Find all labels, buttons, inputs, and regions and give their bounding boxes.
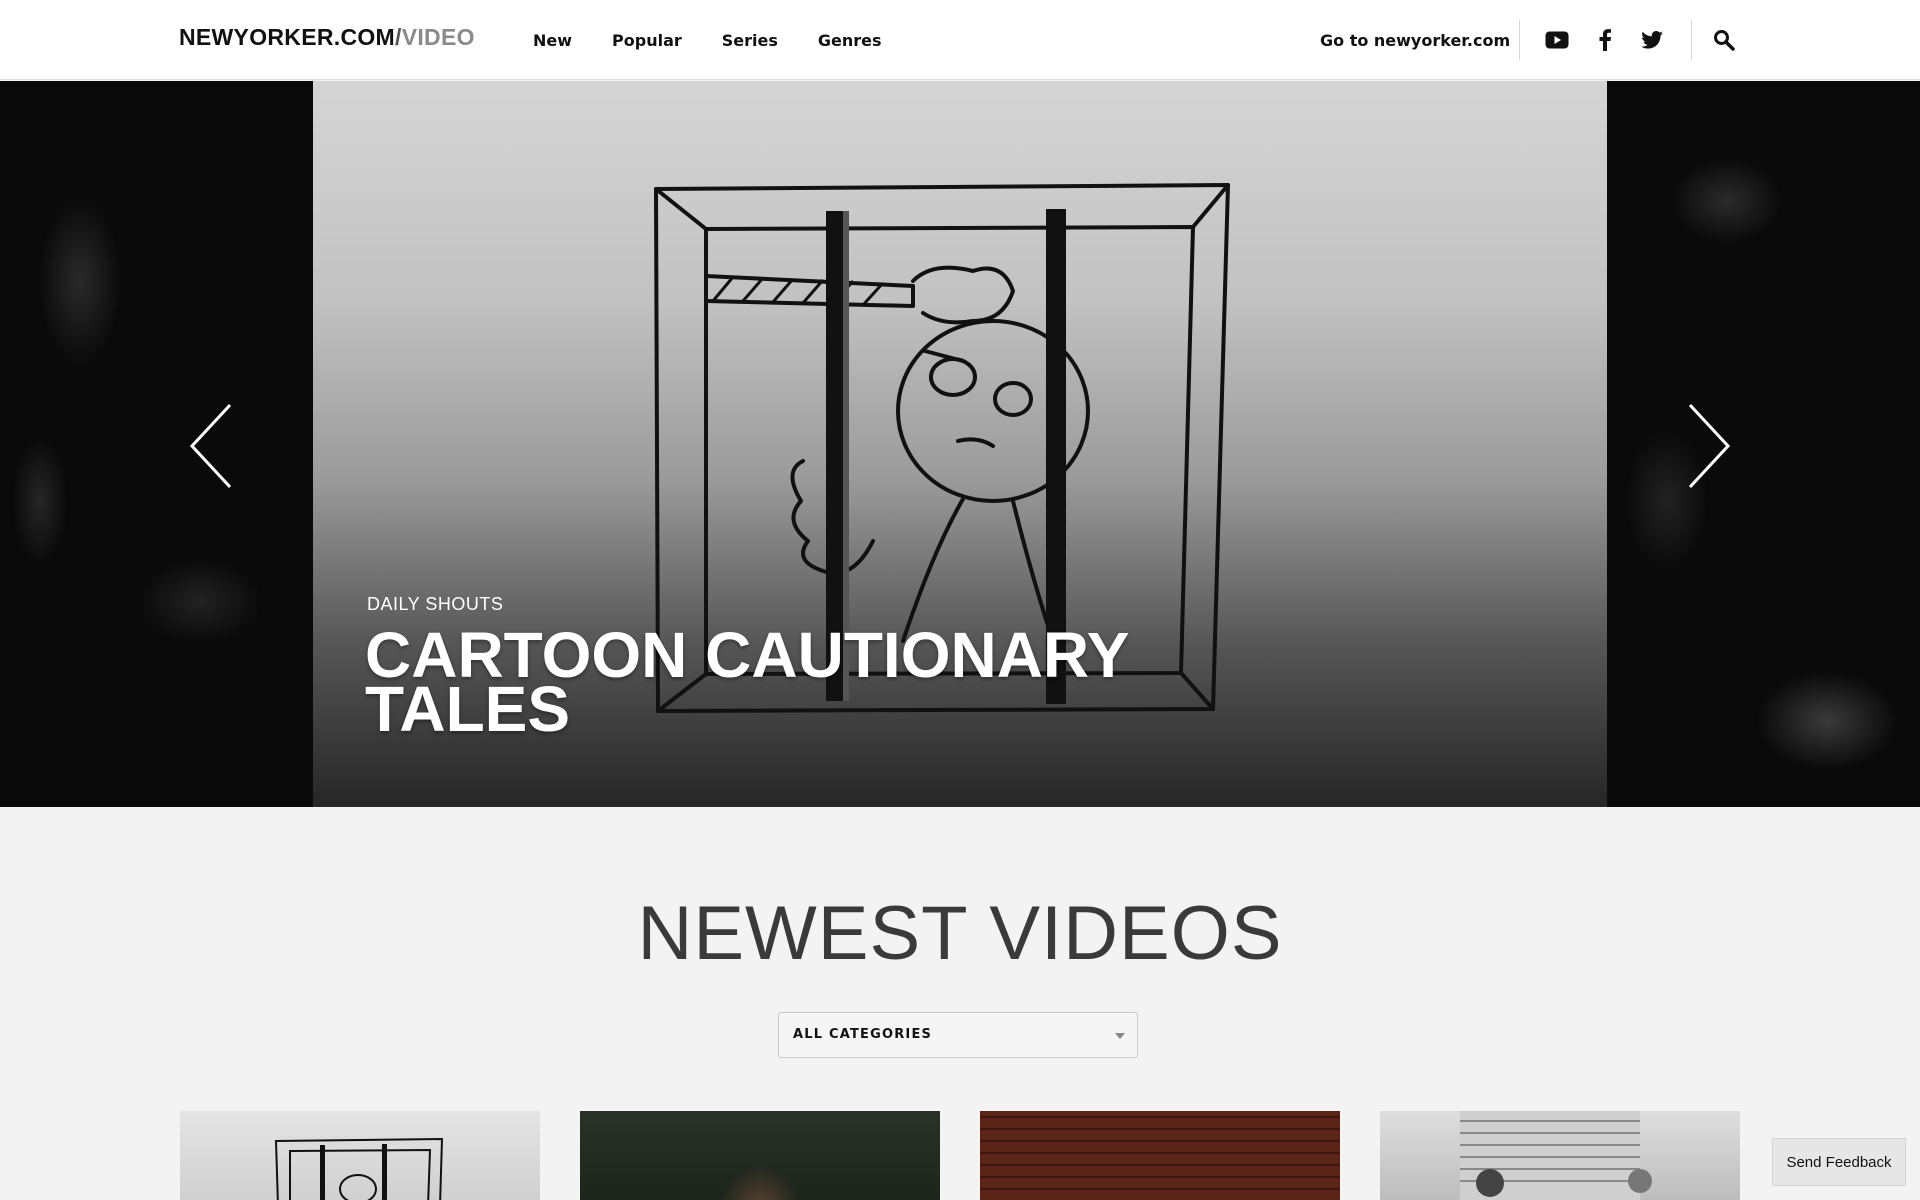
go-to-newyorker-link[interactable]: Go to newyorker.com (1320, 0, 1510, 80)
video-thumbnail[interactable] (180, 1111, 540, 1200)
video-thumbnail[interactable] (980, 1111, 1340, 1200)
chevron-left-icon[interactable] (186, 401, 236, 491)
hero-title[interactable]: CARTOON CAUTIONARY TALES (365, 623, 1265, 741)
hero-carousel: DAILY SHOUTS CARTOON CAUTIONARY TALES (0, 81, 1920, 807)
next-slide-preview[interactable] (1607, 81, 1920, 807)
chevron-right-icon[interactable] (1684, 401, 1734, 491)
video-thumbnail[interactable] (580, 1111, 940, 1200)
header-divider (1691, 20, 1692, 60)
site-logo[interactable]: NEWYORKER.COM/VIDEO (179, 24, 475, 51)
site-header: NEWYORKER.COM/VIDEO New Popular Series G… (0, 0, 1920, 80)
category-select[interactable]: ALL CATEGORIES (778, 1012, 1138, 1058)
previous-slide-preview[interactable] (0, 81, 313, 807)
send-feedback-button[interactable]: Send Feedback (1772, 1138, 1906, 1186)
logo-suffix: VIDEO (401, 24, 475, 50)
newest-videos-heading: NEWEST VIDEOS (637, 891, 1283, 976)
nav-item-genres[interactable]: Genres (818, 31, 882, 50)
category-select-value: ALL CATEGORIES (793, 1027, 933, 1042)
search-icon[interactable] (1712, 28, 1736, 52)
logo-slash: / (395, 24, 402, 50)
youtube-icon[interactable] (1545, 28, 1569, 52)
facebook-icon[interactable] (1593, 28, 1617, 52)
nav-item-popular[interactable]: Popular (612, 31, 682, 50)
twitter-icon[interactable] (1640, 28, 1664, 52)
hero-series-label[interactable]: DAILY SHOUTS (367, 594, 503, 615)
logo-main: NEWYORKER.COM (179, 24, 396, 50)
nav-item-series[interactable]: Series (722, 31, 778, 50)
nav-item-new[interactable]: New (533, 31, 572, 50)
main-nav: New Popular Series Genres (533, 0, 922, 80)
header-divider (1519, 20, 1520, 60)
video-thumbnail[interactable] (1380, 1111, 1740, 1200)
caret-down-icon (1115, 1033, 1125, 1039)
